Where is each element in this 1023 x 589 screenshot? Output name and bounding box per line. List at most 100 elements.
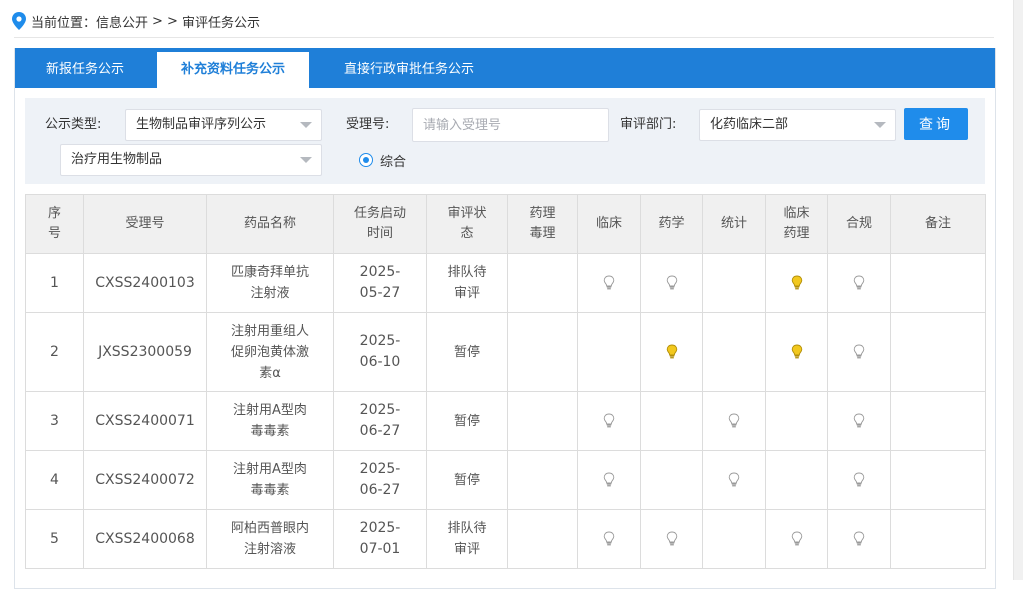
table-header-row: 序号 受理号 药品名称 任务启动时间 审评状态 药理毒理 临床 药学 统计 临床…	[25, 194, 986, 254]
table-row: 2 JXSS2300059 注射用重组人促卵泡黄体激素α 2025-06-10 …	[25, 312, 986, 392]
breadcrumb-review-tasks[interactable]: 审评任务公示	[182, 12, 260, 31]
mark-cell	[640, 312, 703, 392]
page-scrollbar[interactable]	[1013, 0, 1023, 580]
row-accept-no: CXSS2400071	[83, 391, 207, 451]
mark-cell	[827, 509, 891, 569]
accept-no-input[interactable]	[412, 108, 609, 142]
row-remarks	[890, 391, 986, 451]
announce-type-value: 生物制品审评序列公示	[136, 117, 267, 132]
breadcrumb-separator: > >	[152, 13, 178, 29]
row-remarks	[890, 312, 986, 392]
radio-selected-icon	[359, 153, 373, 167]
mark-cell	[577, 253, 641, 313]
mark-cell	[702, 312, 766, 392]
review-dept-value: 化药临床二部	[710, 117, 789, 132]
breadcrumb: 当前位置： 信息公开 > > 审评任务公示	[12, 10, 260, 32]
row-remarks	[890, 253, 986, 313]
mark-cell	[577, 450, 641, 510]
mark-cell	[702, 253, 766, 313]
row-status: 暂停	[426, 312, 508, 392]
row-index: 1	[25, 253, 84, 313]
header-statistics: 统计	[702, 194, 766, 254]
mark-cell	[827, 253, 891, 313]
announce-type-select[interactable]: 生物制品审评序列公示	[125, 109, 322, 141]
mark-cell	[765, 312, 828, 392]
lightbulb-icon[interactable]	[666, 344, 678, 360]
announce-type-label: 公示类型:	[45, 117, 102, 132]
mark-cell	[507, 253, 578, 313]
tab-direct-approval-tasks[interactable]: 直接行政审批任务公示	[321, 52, 497, 88]
table-row: 3 CXSS2400071 注射用A型肉毒毒素 2025-06-27 暂停	[25, 391, 986, 451]
lightbulb-icon[interactable]	[603, 413, 615, 429]
mark-cell	[827, 391, 891, 451]
row-start-date: 2025-07-01	[333, 509, 427, 569]
mark-cell	[702, 391, 766, 451]
task-panel: 新报任务公示 补充资料任务公示 直接行政审批任务公示 公示类型: 生物制品审评序…	[14, 48, 996, 589]
row-accept-no: CXSS2400103	[83, 253, 207, 313]
row-index: 2	[25, 312, 84, 392]
header-index: 序号	[25, 194, 84, 254]
tab-supplementary-tasks[interactable]: 补充资料任务公示	[157, 52, 309, 88]
row-index: 5	[25, 509, 84, 569]
row-index: 3	[25, 391, 84, 451]
lightbulb-icon[interactable]	[603, 472, 615, 488]
mark-cell	[577, 509, 641, 569]
lightbulb-icon[interactable]	[853, 413, 865, 429]
mark-cell	[640, 391, 703, 451]
lightbulb-icon[interactable]	[666, 275, 678, 291]
subtype-select[interactable]: 治疗用生物制品	[60, 144, 322, 176]
comprehensive-radio[interactable]: 综合	[359, 150, 406, 170]
row-start-date: 2025-06-10	[333, 312, 427, 392]
mark-cell	[702, 509, 766, 569]
row-status: 排队待审评	[426, 509, 508, 569]
mark-cell	[640, 253, 703, 313]
header-pharm-tox: 药理毒理	[507, 194, 578, 254]
header-clinical: 临床	[577, 194, 641, 254]
lightbulb-icon[interactable]	[791, 531, 803, 547]
lightbulb-icon[interactable]	[853, 275, 865, 291]
lightbulb-icon[interactable]	[728, 413, 740, 429]
row-remarks	[890, 450, 986, 510]
row-drug-name: 注射用重组人促卵泡黄体激素α	[206, 312, 334, 392]
tab-bar: 新报任务公示 补充资料任务公示 直接行政审批任务公示	[15, 48, 995, 88]
lightbulb-icon[interactable]	[791, 275, 803, 291]
mark-cell	[507, 509, 578, 569]
breadcrumb-info-open[interactable]: 信息公开	[96, 12, 148, 31]
lightbulb-icon[interactable]	[603, 531, 615, 547]
mark-cell	[827, 450, 891, 510]
table-row: 5 CXSS2400068 阿柏西普眼内注射溶液 2025-07-01 排队待审…	[25, 509, 986, 569]
row-remarks	[890, 509, 986, 569]
lightbulb-icon[interactable]	[728, 472, 740, 488]
review-dept-select[interactable]: 化药临床二部	[699, 109, 896, 141]
chevron-down-icon	[874, 122, 886, 128]
lightbulb-icon[interactable]	[853, 344, 865, 360]
header-pharmacy: 药学	[640, 194, 703, 254]
review-task-table: 序号 受理号 药品名称 任务启动时间 审评状态 药理毒理 临床 药学 统计 临床…	[25, 194, 986, 569]
header-accept-no: 受理号	[83, 194, 207, 254]
header-start-time: 任务启动时间	[333, 194, 427, 254]
comprehensive-radio-label: 综合	[380, 154, 407, 170]
subtype-value: 治疗用生物制品	[71, 152, 163, 167]
mark-cell	[765, 509, 828, 569]
lightbulb-icon[interactable]	[666, 531, 678, 547]
breadcrumb-label: 当前位置：	[31, 15, 97, 31]
table-row: 1 CXSS2400103 匹康奇拜单抗注射液 2025-05-27 排队待审评	[25, 253, 986, 313]
row-drug-name: 注射用A型肉毒毒素	[206, 391, 334, 451]
mark-cell	[765, 253, 828, 313]
mark-cell	[640, 509, 703, 569]
header-clin-pharm: 临床药理	[765, 194, 828, 254]
lightbulb-icon[interactable]	[603, 275, 615, 291]
tab-new-tasks[interactable]: 新报任务公示	[15, 52, 155, 88]
row-drug-name: 阿柏西普眼内注射溶液	[206, 509, 334, 569]
mark-cell	[827, 312, 891, 392]
review-dept-label: 审评部门:	[620, 117, 677, 132]
lightbulb-icon[interactable]	[853, 472, 865, 488]
lightbulb-icon[interactable]	[791, 344, 803, 360]
lightbulb-icon[interactable]	[853, 531, 865, 547]
header-drug-name: 药品名称	[206, 194, 334, 254]
row-status: 暂停	[426, 391, 508, 451]
row-status: 暂停	[426, 450, 508, 510]
location-pin-icon	[12, 12, 26, 30]
header-remarks: 备注	[890, 194, 986, 254]
query-button[interactable]: 查询	[904, 108, 968, 140]
